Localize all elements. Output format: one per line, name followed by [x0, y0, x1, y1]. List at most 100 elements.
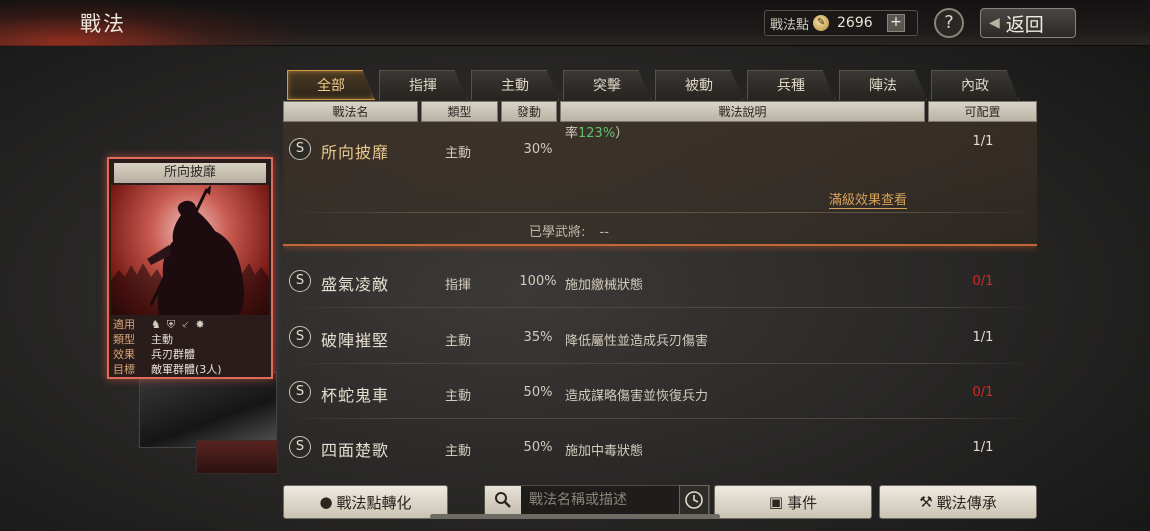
- history-button[interactable]: [679, 485, 709, 515]
- selected-description-fragment: 率123%）: [565, 126, 629, 141]
- table-row[interactable]: S 杯蛇鬼車 主動 50% 造成謀略傷害並恢復兵力 0/1: [283, 367, 1037, 419]
- tactic-trigger-rate: 50%: [523, 385, 553, 400]
- add-points-button[interactable]: +: [887, 14, 906, 32]
- tactic-description: 降低屬性並造成兵刃傷害: [565, 334, 709, 349]
- tactic-description: 造成謀略傷害並恢復兵力: [565, 389, 709, 404]
- full-level-effect-link[interactable]: 滿級效果查看: [829, 189, 908, 209]
- stacked-card-back: [196, 440, 278, 474]
- search-icon: [495, 492, 511, 508]
- tactic-type: 主動: [445, 146, 472, 161]
- tactic-name: 四面楚歌: [321, 441, 390, 460]
- header-description: 戰法說明: [560, 101, 925, 122]
- tab-assault[interactable]: 突擊: [563, 70, 651, 100]
- grade-badge: S: [289, 270, 311, 292]
- row-divider: [283, 418, 1037, 419]
- target-value: 敵軍群體(3人): [151, 363, 222, 376]
- description-highlight-value: 123%: [578, 126, 616, 141]
- convert-label: 戰法點轉化: [336, 493, 412, 512]
- convert-coin-icon: ●: [319, 493, 333, 511]
- card-artwork: [111, 185, 269, 315]
- header-name[interactable]: 戰法名: [283, 101, 418, 122]
- card-info: 適用 ♞ ⛨ ⸔ ✸ 類型 主動 效果 兵刃群體 目標 敵軍群體(3人): [113, 317, 271, 377]
- tactic-points-display: 戰法點 ✎ 2696 +: [764, 10, 918, 36]
- row-divider: [283, 307, 1037, 308]
- type-label: 類型: [113, 333, 135, 346]
- card-title: 所向披靡: [114, 163, 266, 183]
- tactic-description: 施加中毒狀態: [565, 444, 644, 459]
- tactic-availability: 0/1: [972, 385, 994, 400]
- grade-badge: S: [289, 381, 311, 403]
- table-row[interactable]: S 四面楚歌 主動 50% 施加中毒狀態 1/1: [283, 422, 1037, 474]
- hammer-icon: ⚒: [919, 493, 933, 511]
- effect-label: 效果: [113, 348, 135, 361]
- back-arrow-icon: ◀: [989, 15, 1000, 31]
- points-label: 戰法點: [770, 17, 810, 33]
- warrior-silhouette-art: [111, 185, 269, 315]
- tab-troop-type[interactable]: 兵種: [747, 70, 835, 100]
- title-glow: [0, 0, 300, 46]
- applicable-troop-icons: ♞ ⛨ ⸔ ✸: [151, 317, 205, 332]
- tactic-card[interactable]: 所向披靡 適用 ♞ ⛨ ⸔ ✸ 類型 主動 效果 兵刃群體 目標 敵軍群體(3人…: [107, 157, 273, 379]
- search-bar: [484, 485, 710, 515]
- tactic-type: 主動: [445, 444, 472, 459]
- divider: [283, 212, 1037, 213]
- tab-internal-affairs[interactable]: 內政: [931, 70, 1019, 100]
- events-button[interactable]: ▣ 事件: [714, 485, 872, 519]
- grade-badge: S: [289, 326, 311, 348]
- effect-value: 兵刃群體: [151, 348, 195, 361]
- learned-value: --: [599, 225, 609, 240]
- tactic-availability: 1/1: [972, 440, 994, 455]
- tactic-description: 施加繳械狀態: [565, 278, 644, 293]
- tactic-availability: 1/1: [972, 330, 994, 345]
- tactic-name: 破陣摧堅: [321, 331, 390, 350]
- tab-active[interactable]: 主動: [471, 70, 559, 100]
- search-input[interactable]: [529, 492, 679, 508]
- crossbow-icon: ✸: [195, 318, 205, 331]
- tactic-trigger-rate: 50%: [523, 440, 553, 455]
- stacked-card-back: [139, 372, 277, 448]
- table-row[interactable]: S 破陣摧堅 主動 35% 降低屬性並造成兵刃傷害 1/1: [283, 312, 1037, 364]
- header-available[interactable]: 可配置: [928, 101, 1037, 122]
- row-divider: [283, 363, 1037, 364]
- tactic-availability: 0/1: [972, 274, 994, 289]
- tactic-name: 所向披靡: [321, 143, 390, 162]
- search-button[interactable]: [485, 486, 521, 514]
- tactic-point-coin-icon: ✎: [813, 15, 830, 31]
- tactic-name: 盛氣凌敵: [321, 275, 390, 294]
- tab-formation[interactable]: 陣法: [839, 70, 927, 100]
- points-value: 2696: [837, 15, 873, 31]
- tactic-type: 主動: [445, 389, 472, 404]
- clock-icon: [685, 491, 703, 509]
- grade-badge: S: [289, 138, 311, 160]
- grade-badge: S: [289, 436, 311, 458]
- tab-command[interactable]: 指揮: [379, 70, 467, 100]
- tactic-trigger-rate: 100%: [519, 274, 557, 289]
- tactic-inherit-button[interactable]: ⚒ 戰法傳承: [879, 485, 1037, 519]
- tactic-availability: 1/1: [972, 134, 994, 149]
- horizontal-scrollbar[interactable]: [430, 514, 720, 519]
- events-label: 事件: [787, 493, 818, 512]
- tab-all[interactable]: 全部: [287, 70, 375, 100]
- back-button[interactable]: ◀ 返回: [980, 8, 1076, 38]
- header-type[interactable]: 類型: [421, 101, 498, 122]
- convert-points-button[interactable]: ● 戰法點轉化: [283, 485, 448, 519]
- tactic-trigger-rate: 35%: [523, 330, 553, 345]
- cavalry-icon: ♞: [151, 318, 161, 331]
- inherit-label: 戰法傳承: [936, 493, 997, 512]
- events-scroll-icon: ▣: [768, 493, 784, 511]
- category-tabs: 全部 指揮 主動 突擊 被動 兵種 陣法 內政: [287, 70, 1023, 100]
- page-title: 戰法: [80, 12, 126, 36]
- table-row[interactable]: S 盛氣凌敵 指揮 100% 施加繳械狀態 0/1: [283, 256, 1037, 308]
- tab-passive[interactable]: 被動: [655, 70, 743, 100]
- tactic-type: 主動: [445, 334, 472, 349]
- tactics-list[interactable]: 率123%） S 所向披靡 主動 30% 1/1 滿級效果查看 已學武將: --…: [283, 122, 1037, 475]
- type-value: 主動: [151, 333, 173, 346]
- learned-generals: 已學武將: --: [529, 221, 609, 240]
- help-button[interactable]: ?: [934, 8, 964, 38]
- learned-label: 已學武將:: [529, 225, 586, 240]
- selected-tactic-row[interactable]: 率123%） S 所向披靡 主動 30% 1/1 滿級效果查看 已學武將: --: [283, 122, 1037, 246]
- tactic-trigger-rate: 30%: [523, 142, 553, 157]
- header-trigger[interactable]: 發動: [501, 101, 557, 122]
- spear-icon: ⸔: [181, 318, 190, 331]
- back-label: 返回: [1005, 13, 1044, 36]
